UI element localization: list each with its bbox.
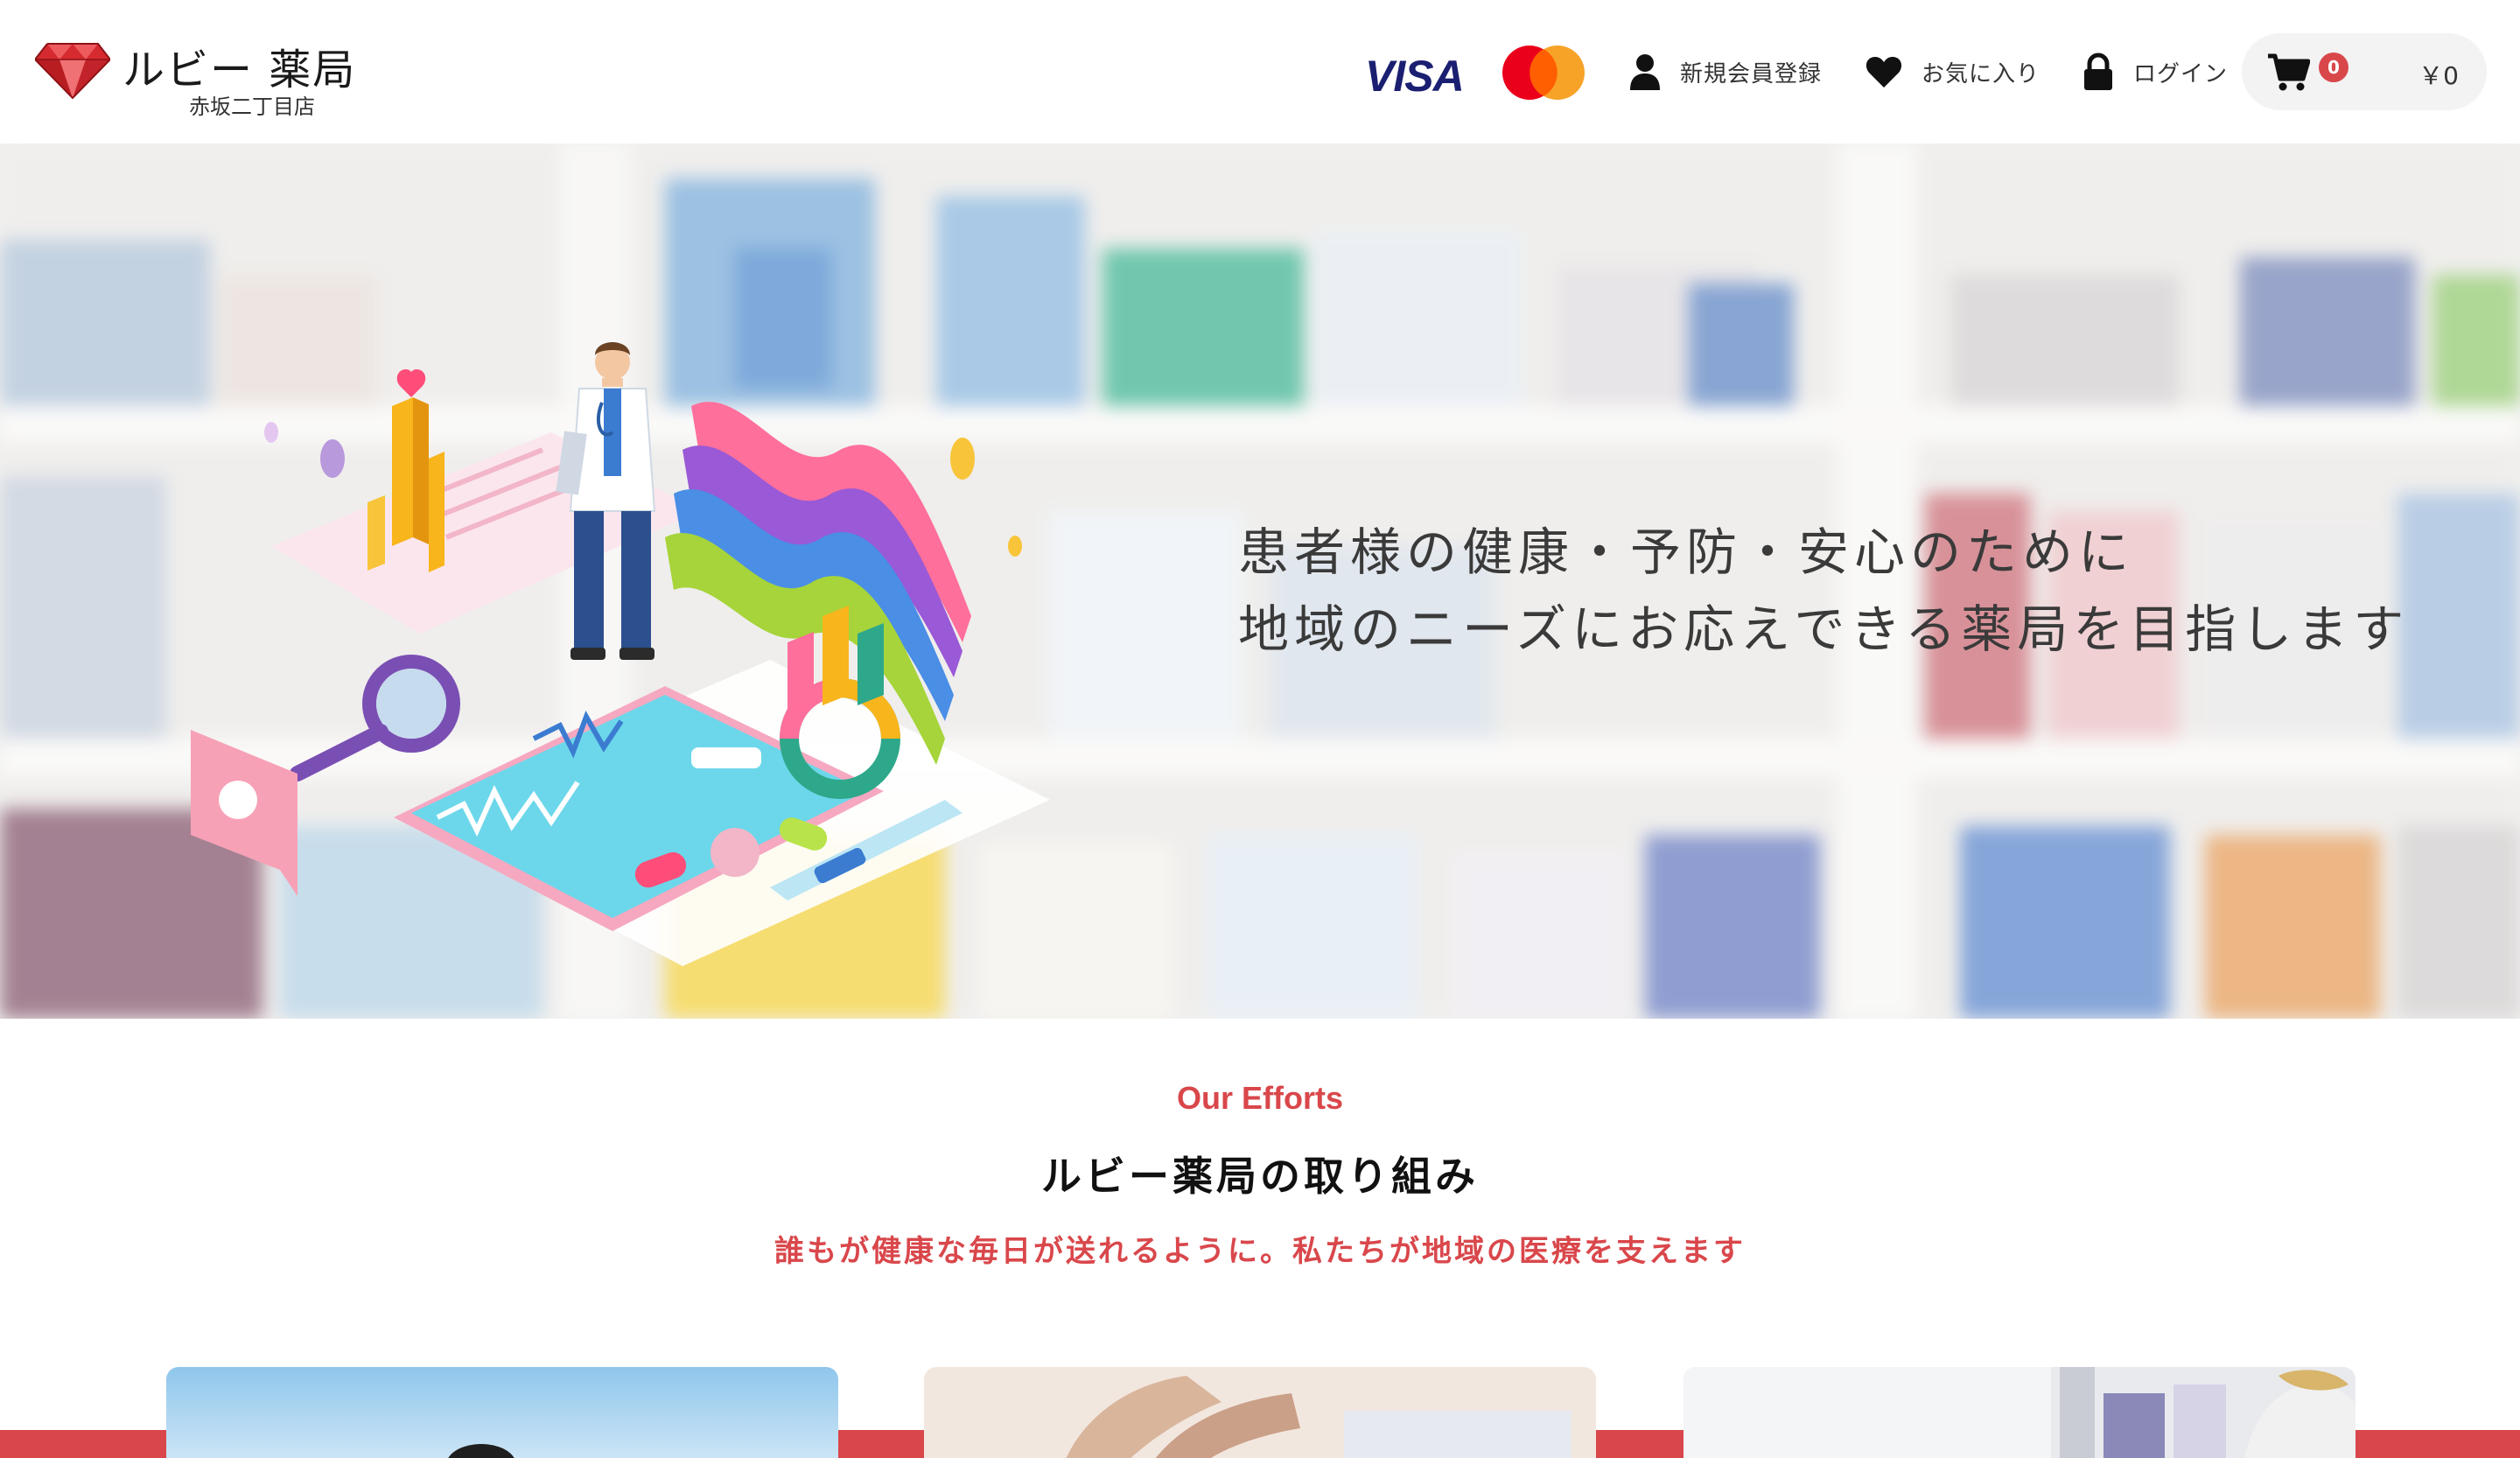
heart-icon [1866,57,1902,88]
register-link[interactable]: 新規会員登録 [1629,49,1822,95]
branch-name: 赤坂二丁目店 [189,95,315,119]
hero-banner: 患者様の健康・予防・安心のために 地域のニーズにお応えできる薬局を目指します [0,144,2520,1019]
effort-card-2[interactable] [924,1367,1596,1458]
effort-card-2-image [924,1367,1596,1458]
cart-total: ￥0 [2418,61,2459,90]
register-label: 新規会員登録 [1680,60,1823,88]
medical-isometric-illustration [191,342,1050,966]
section-subtitle: 誰もが健康な毎日が送れるように。私たちが地域の医療を支えます [774,1234,1746,1269]
section-eyebrow: Our Efforts [1176,1080,1343,1116]
site-header: ルビー 薬局 赤坂二丁目店 VISA 新規会員登録 お気に入り ログイン 0 ￥… [0,0,2520,144]
cart-icon [2268,53,2310,91]
login-label: ログイン [2133,60,2229,88]
favorites-label: お気に入り [1922,60,2040,88]
effort-card-1[interactable] [166,1367,838,1458]
cart-button[interactable]: 0 ￥0 [2242,33,2487,110]
favorites-link[interactable]: お気に入り [1866,49,2040,95]
cart-count-badge: 0 [2319,53,2348,82]
section-title: ルビー薬局の取り組み [1041,1153,1479,1200]
hero-tagline-line-1: 患者様の健康・予防・安心のために [1238,522,2135,582]
mastercard-logo [1502,46,1585,100]
hero-tagline-line-2: 地域のニーズにお応えできる薬局を目指します [1238,599,2410,659]
logo-link[interactable]: ルビー 薬局 赤坂二丁目店 [35,32,354,119]
ruby-gem-icon [35,43,110,100]
login-link[interactable]: ログイン [2082,49,2228,95]
user-icon [1630,54,1660,90]
effort-card-3[interactable] [1684,1367,2356,1458]
brand-name: ルビー 薬局 [122,46,357,95]
lock-icon [2084,53,2112,90]
visa-logo: VISA [1365,52,1465,101]
effort-card-3-image [1684,1367,2356,1458]
effort-card-1-image [166,1367,838,1458]
